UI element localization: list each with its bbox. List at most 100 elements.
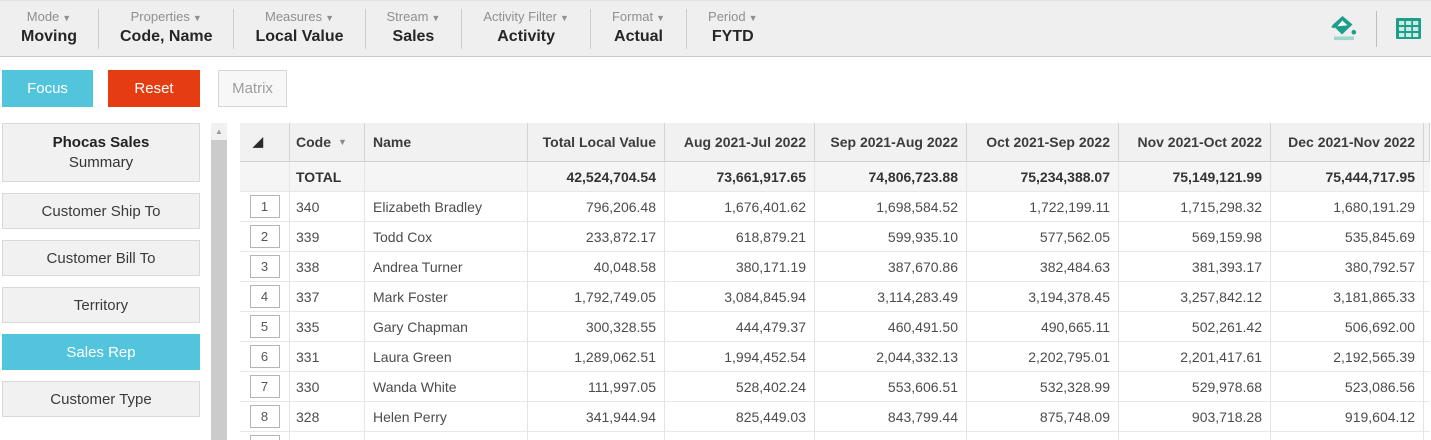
- cell-value[interactable]: 300,328.55: [528, 312, 665, 342]
- cell-code[interactable]: 338: [290, 252, 365, 282]
- cell-name[interactable]: Elizabeth Bradley: [365, 192, 528, 222]
- row-number[interactable]: 7: [250, 375, 280, 398]
- sidebar-item-sales-rep[interactable]: Sales Rep: [2, 334, 200, 370]
- cell-value[interactable]: 535,845.69: [1271, 222, 1424, 252]
- database-summary[interactable]: Phocas Sales Summary: [2, 123, 200, 182]
- cell-value[interactable]: 506,692.00: [1271, 312, 1424, 342]
- cell-value[interactable]: 1,715,298.32: [1119, 192, 1271, 222]
- cell-code[interactable]: 339: [290, 222, 365, 252]
- cell-value[interactable]: 599,935.10: [815, 222, 967, 252]
- row-number[interactable]: 4: [250, 285, 280, 308]
- cell-value[interactable]: 1,698,584.52: [815, 192, 967, 222]
- cell-value[interactable]: 3,181,865.33: [1271, 282, 1424, 312]
- cell-value[interactable]: 1,994,452.54: [665, 342, 815, 372]
- cell-value[interactable]: 233,872.17: [528, 222, 665, 252]
- cell-value[interactable]: 1,792,749.05: [528, 282, 665, 312]
- scrollbar-thumb[interactable]: [211, 140, 227, 440]
- cell-value[interactable]: 843,799.44: [815, 402, 967, 432]
- sidebar-item-customer-ship-to[interactable]: Customer Ship To: [2, 193, 200, 229]
- column-header-sep[interactable]: Sep 2021-Aug 2022: [815, 123, 967, 162]
- cell-value[interactable]: 2,192,565.39: [1271, 342, 1424, 372]
- cell-value[interactable]: 577,562.05: [967, 222, 1119, 252]
- sidebar-item-territory[interactable]: Territory: [2, 287, 200, 323]
- cell-value[interactable]: 2,044,332.13: [815, 342, 967, 372]
- column-header-nov[interactable]: Nov 2021-Oct 2022: [1119, 123, 1271, 162]
- cell-code[interactable]: 340: [290, 192, 365, 222]
- stream-dropdown[interactable]: Stream▼ Sales: [366, 9, 462, 48]
- cell-value[interactable]: 502,261.42: [1119, 312, 1271, 342]
- focus-button[interactable]: Focus: [2, 70, 93, 107]
- cell-name[interactable]: Wanda White: [365, 372, 528, 402]
- cell-code[interactable]: 331: [290, 342, 365, 372]
- cell-value[interactable]: 875,748.09: [967, 402, 1119, 432]
- column-header-dec[interactable]: Dec 2021-Nov 2022: [1271, 123, 1424, 162]
- cell-value[interactable]: 553,606.51: [815, 372, 967, 402]
- cell-code[interactable]: 328: [290, 402, 365, 432]
- total-value[interactable]: 74,806,723.88: [815, 162, 967, 192]
- column-header-total-local-value[interactable]: Total Local Value: [528, 123, 665, 162]
- reset-button[interactable]: Reset: [108, 70, 200, 107]
- total-value[interactable]: 42,524,704.54: [528, 162, 665, 192]
- cell-value[interactable]: 3,084,845.94: [665, 282, 815, 312]
- column-header-oct[interactable]: Oct 2021-Sep 2022: [967, 123, 1119, 162]
- cell-value[interactable]: 382,484.63: [967, 252, 1119, 282]
- column-header-code[interactable]: Code▼: [290, 123, 365, 162]
- cell-value[interactable]: 3,114,283.49: [815, 282, 967, 312]
- row-number[interactable]: 6: [250, 345, 280, 368]
- cell-value[interactable]: 490,665.11: [967, 312, 1119, 342]
- format-dropdown[interactable]: Format▼ Actual: [591, 9, 686, 48]
- cell-code[interactable]: 335: [290, 312, 365, 342]
- grid-corner-sort-cell[interactable]: ◢: [240, 123, 290, 162]
- total-value[interactable]: 75,234,388.07: [967, 162, 1119, 192]
- cell-value[interactable]: 569,159.98: [1119, 222, 1271, 252]
- mode-dropdown[interactable]: Mode▼ Moving: [0, 9, 98, 48]
- scroll-up-arrow-icon[interactable]: ▲: [211, 123, 227, 140]
- cell-value[interactable]: 919,604.12: [1271, 402, 1424, 432]
- row-number[interactable]: 8: [250, 405, 280, 428]
- matrix-button[interactable]: Matrix: [218, 70, 287, 107]
- grid-view-icon[interactable]: [1391, 12, 1425, 46]
- sidebar-item-customer-type[interactable]: Customer Type: [2, 381, 200, 417]
- cell-value[interactable]: 2,201,417.61: [1119, 342, 1271, 372]
- total-value[interactable]: 75,149,121.99: [1119, 162, 1271, 192]
- sidebar-item-customer-bill-to[interactable]: Customer Bill To: [2, 240, 200, 276]
- measures-dropdown[interactable]: Measures▼ Local Value: [234, 9, 364, 48]
- cell-value[interactable]: 2,202,795.01: [967, 342, 1119, 372]
- cell-value[interactable]: 528,402.24: [665, 372, 815, 402]
- cell-value[interactable]: 1,722,199.11: [967, 192, 1119, 222]
- cell-name[interactable]: Helen Perry: [365, 402, 528, 432]
- cell-value[interactable]: 341,944.94: [528, 402, 665, 432]
- cell-value[interactable]: 1,289,062.51: [528, 342, 665, 372]
- fill-color-icon[interactable]: [1328, 12, 1362, 46]
- cell-value[interactable]: 1,680,191.29: [1271, 192, 1424, 222]
- period-dropdown[interactable]: Period▼ FYTD: [687, 9, 779, 48]
- total-value[interactable]: 75,444,717.95: [1271, 162, 1424, 192]
- row-number[interactable]: 2: [250, 225, 280, 248]
- cell-value[interactable]: 40,048.58: [528, 252, 665, 282]
- cell-value[interactable]: 3,194,378.45: [967, 282, 1119, 312]
- column-header-name[interactable]: Name: [365, 123, 528, 162]
- total-value[interactable]: 73,661,917.65: [665, 162, 815, 192]
- properties-dropdown[interactable]: Properties▼ Code, Name: [99, 9, 233, 48]
- cell-value[interactable]: 529,978.68: [1119, 372, 1271, 402]
- activity-filter-dropdown[interactable]: Activity Filter▼ Activity: [462, 9, 590, 48]
- cell-value[interactable]: 532,328.99: [967, 372, 1119, 402]
- cell-value[interactable]: 825,449.03: [665, 402, 815, 432]
- cell-value[interactable]: 111,997.05: [528, 372, 665, 402]
- cell-value[interactable]: 618,879.21: [665, 222, 815, 252]
- cell-code[interactable]: 337: [290, 282, 365, 312]
- cell-value[interactable]: 523,086.56: [1271, 372, 1424, 402]
- cell-value[interactable]: 796,206.48: [528, 192, 665, 222]
- cell-value[interactable]: 1,676,401.62: [665, 192, 815, 222]
- vertical-scrollbar[interactable]: ▲: [211, 123, 227, 440]
- cell-name[interactable]: Mark Foster: [365, 282, 528, 312]
- column-header-aug[interactable]: Aug 2021-Jul 2022: [665, 123, 815, 162]
- cell-value[interactable]: 903,718.28: [1119, 402, 1271, 432]
- cell-name[interactable]: Laura Green: [365, 342, 528, 372]
- cell-name[interactable]: Todd Cox: [365, 222, 528, 252]
- row-number[interactable]: 1: [250, 195, 280, 218]
- cell-value[interactable]: 3,257,842.12: [1119, 282, 1271, 312]
- cell-value[interactable]: 460,491.50: [815, 312, 967, 342]
- row-number[interactable]: 5: [250, 315, 280, 338]
- cell-code[interactable]: 330: [290, 372, 365, 402]
